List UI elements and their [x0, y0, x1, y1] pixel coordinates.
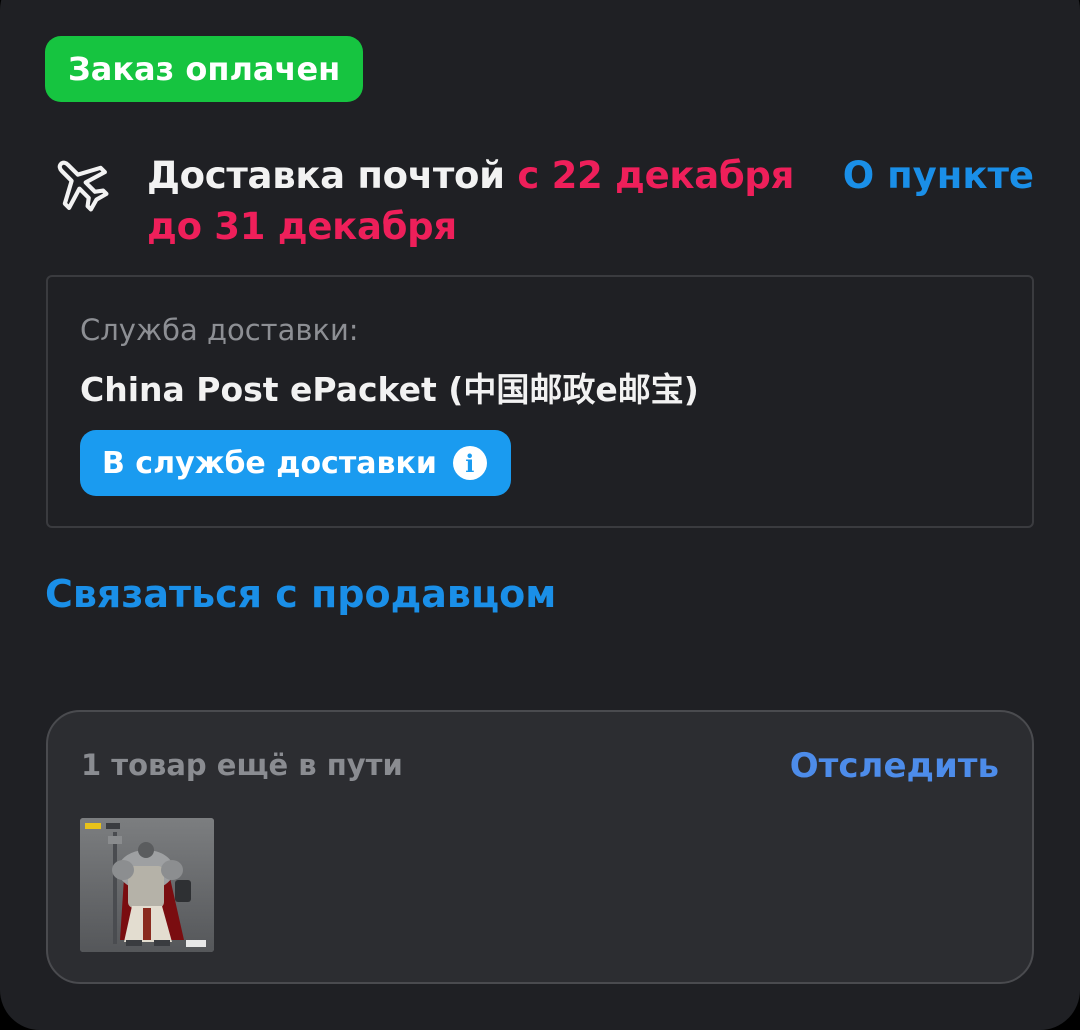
delivery-status-button[interactable]: В службе доставки i — [80, 430, 511, 496]
in-transit-label: 1 товар ещё в пути — [81, 748, 403, 782]
info-icon: i — [452, 446, 487, 480]
delivery-service-box: Служба доставки: China Post ePacket (中国邮… — [46, 275, 1034, 528]
track-link[interactable]: Отследить — [790, 746, 999, 786]
delivery-status-label: В службе доставки — [102, 445, 437, 481]
airplane-icon — [57, 160, 109, 212]
delivery-service-name: China Post ePacket (中国邮政e邮宝) — [80, 370, 699, 409]
contact-seller-link[interactable]: Связаться с продавцом — [45, 572, 556, 616]
product-thumbnail[interactable] — [80, 818, 214, 952]
order-status-badge: Заказ оплачен — [45, 36, 364, 102]
delivery-service-label: Служба доставки: — [80, 313, 359, 347]
delivery-title: Доставка почтой с 22 декабря до 31 декаб… — [147, 150, 817, 252]
about-pickup-link[interactable]: О пункте — [843, 150, 1034, 201]
in-transit-card: 1 товар ещё в пути Отследить — [46, 710, 1034, 984]
figure-image — [80, 818, 214, 952]
order-card: Заказ оплачен Доставка почтой с 22 декаб… — [0, 0, 1080, 1030]
delivery-method: Доставка почтой — [147, 154, 518, 197]
